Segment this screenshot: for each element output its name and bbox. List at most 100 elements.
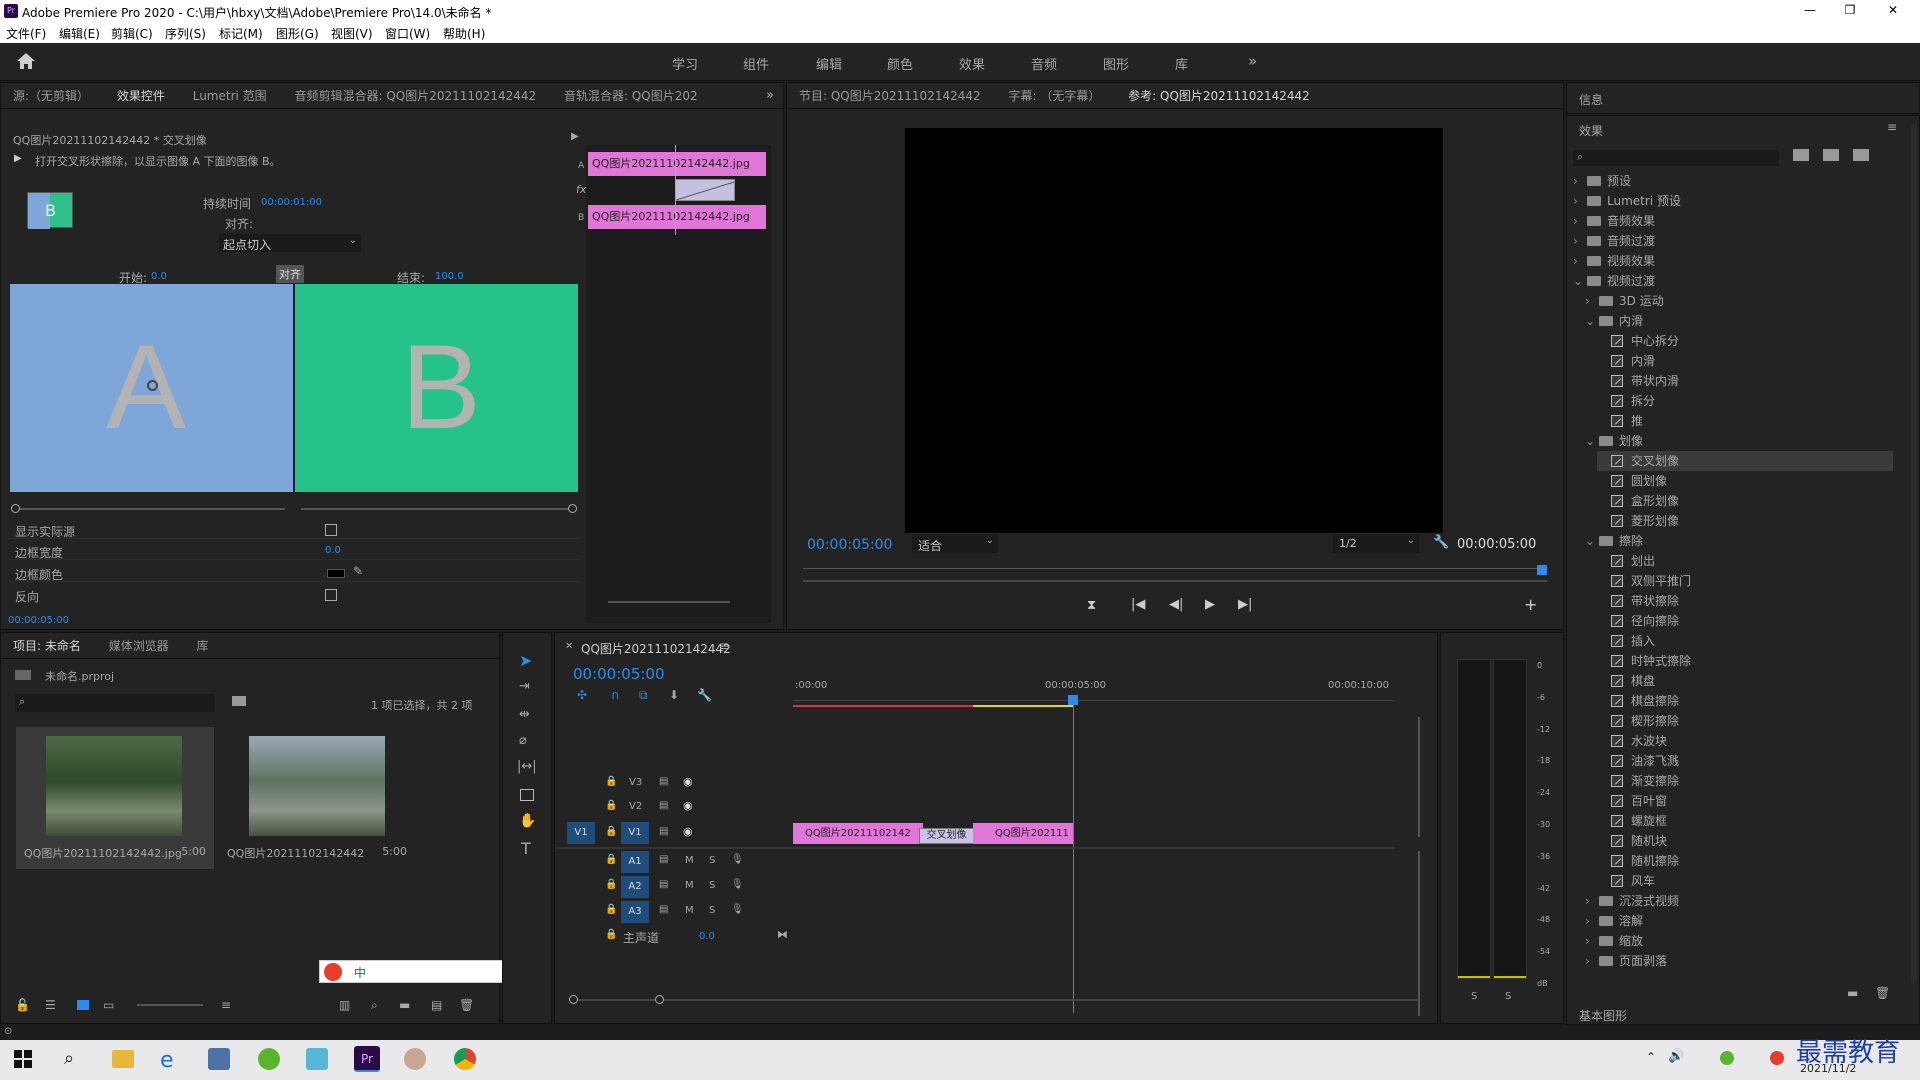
slip-tool-icon[interactable]: |↔|	[517, 759, 537, 774]
twirl-icon[interactable]: ›	[1573, 211, 1587, 231]
menu-clip[interactable]: 剪辑(C)	[111, 25, 153, 42]
project-item-1[interactable]: QQ图片20211102142442.jpg 5:00	[16, 727, 214, 869]
type-tool-icon[interactable]: T	[521, 839, 531, 858]
twirl-icon[interactable]: ⌄	[1585, 311, 1599, 331]
end-slider[interactable]	[301, 504, 577, 513]
twirl-icon[interactable]: ›	[1585, 951, 1599, 971]
sync-lock-icon[interactable]: ▤	[659, 800, 668, 811]
program-playhead[interactable]	[1537, 565, 1547, 575]
edge-browser-icon[interactable]: e	[160, 1048, 174, 1073]
twirl-icon[interactable]: ⌄	[1585, 431, 1599, 451]
master-value[interactable]: 0.0	[699, 931, 715, 942]
effect-item[interactable]: 百叶窗	[1597, 791, 1667, 811]
essential-graphics-tab[interactable]: 基本图形	[1579, 1007, 1627, 1024]
effect-item[interactable]: 随机擦除	[1597, 851, 1679, 871]
volume-icon[interactable]: 🔊	[1668, 1049, 1684, 1064]
play-transition-icon[interactable]: ▶	[14, 153, 22, 164]
effects-folder[interactable]: › 预设	[1573, 171, 1631, 191]
effects-panel-title[interactable]: 效果	[1579, 122, 1603, 139]
lock-icon[interactable]: 🔓	[15, 998, 30, 1012]
360-security-icon[interactable]	[258, 1048, 280, 1070]
nest-toggle-icon[interactable]: ✣	[577, 688, 587, 702]
effect-item[interactable]: 盒形划像	[1597, 491, 1679, 511]
photos-app-icon[interactable]	[306, 1048, 328, 1070]
razor-tool-icon[interactable]: ⌀	[519, 733, 527, 748]
close-button[interactable]: ✕	[1870, 0, 1916, 23]
effects-folder[interactable]: › Lumetri 预设	[1573, 191, 1681, 211]
resolution-dropdown[interactable]: 1/2 ⌄	[1333, 535, 1419, 553]
effect-item[interactable]: 双侧平推门	[1597, 571, 1691, 591]
tab-media-browser[interactable]: 媒体浏览器	[97, 633, 181, 658]
fit-dropdown[interactable]: 适合 ⌄	[912, 535, 998, 553]
add-marker-icon[interactable]: ⬇	[669, 688, 679, 702]
lock-icon[interactable]: 🔒	[605, 826, 617, 837]
effects-folder[interactable]: › 音频效果	[1573, 211, 1655, 231]
sort-icon[interactable]: ≡	[221, 998, 231, 1012]
panel-menu-icon[interactable]: ≡	[719, 639, 729, 653]
panel-menu-icon[interactable]: ≡	[1887, 120, 1897, 134]
timeline-vscroll-video[interactable]	[1418, 717, 1420, 837]
effects-folder[interactable]: › 缩放	[1585, 931, 1643, 951]
menu-edit[interactable]: 编辑(E)	[59, 25, 100, 42]
network-app-icon[interactable]	[208, 1048, 230, 1070]
duration-value[interactable]: 00:00:01:00	[261, 197, 322, 208]
track-a3-label[interactable]: A3	[621, 901, 649, 923]
timeline-clip-1[interactable]: QQ图片20211102142	[793, 823, 923, 844]
lock-icon[interactable]: 🔒	[605, 854, 617, 865]
lock-icon[interactable]: 🔒	[605, 776, 617, 787]
workspace-assembly[interactable]: 组件	[743, 54, 769, 73]
panel-overflow-icon[interactable]: »	[766, 88, 774, 103]
timeline-timecode[interactable]: 00:00:05:00	[573, 665, 665, 683]
menu-window[interactable]: 窗口(W)	[385, 25, 430, 42]
chrome-icon[interactable]	[454, 1048, 476, 1070]
solo-a2-button[interactable]: S	[709, 880, 715, 891]
effects-scrollbar[interactable]	[1911, 124, 1917, 984]
start-value[interactable]: 0.0	[151, 271, 167, 282]
effect-item[interactable]: 随机块	[1597, 831, 1667, 851]
twirl-icon[interactable]: ⌄	[1585, 531, 1599, 551]
track-v1-label[interactable]: V1	[621, 822, 649, 844]
ripple-edit-tool-icon[interactable]: ⇹	[519, 707, 530, 722]
tab-captions[interactable]: 字幕: （无字幕）	[996, 83, 1112, 108]
32bit-effects-icon[interactable]	[1823, 149, 1839, 161]
step-back-icon[interactable]: ◀|	[1169, 597, 1183, 612]
timeline-playhead-line[interactable]	[1073, 703, 1074, 1013]
effect-item[interactable]: 径向擦除	[1597, 611, 1679, 631]
tray-chevron-icon[interactable]: ⌃	[1646, 1050, 1656, 1064]
twirl-icon[interactable]: ›	[1573, 251, 1587, 271]
effect-item[interactable]: 交叉划像	[1597, 451, 1893, 471]
sync-lock-icon[interactable]: ▤	[659, 854, 668, 865]
track-select-tool-icon[interactable]: ⇥	[519, 679, 530, 694]
menu-graphics[interactable]: 图形(G)	[276, 25, 319, 42]
effect-item[interactable]: 插入	[1597, 631, 1655, 651]
sync-lock-icon[interactable]: ▤	[659, 826, 668, 837]
windows-start-icon[interactable]	[14, 1050, 32, 1068]
snap-icon[interactable]: ∩	[611, 688, 620, 702]
accelerated-effects-icon[interactable]	[1793, 149, 1809, 161]
workspace-effects[interactable]: 效果	[959, 54, 985, 73]
reverse-checkbox[interactable]	[325, 589, 337, 601]
twirl-icon[interactable]: ›	[1573, 231, 1587, 251]
microphone-icon[interactable]: 🎙	[731, 879, 744, 890]
workspace-audio[interactable]: 音频	[1031, 54, 1057, 73]
workspace-color[interactable]: 颜色	[887, 54, 913, 73]
timeline-vscroll-audio[interactable]	[1418, 851, 1420, 1016]
more-workspaces-icon[interactable]: »	[1248, 52, 1257, 70]
list-view-icon[interactable]: ☰	[45, 998, 56, 1012]
info-panel-title[interactable]: 信息	[1579, 91, 1603, 108]
twirl-icon[interactable]: ›	[1573, 191, 1587, 211]
effects-folder[interactable]: › 视频效果	[1573, 251, 1655, 271]
workspace-libraries[interactable]: 库	[1175, 54, 1188, 73]
yuv-effects-icon[interactable]	[1853, 149, 1869, 161]
find-icon[interactable]	[232, 696, 246, 706]
twirl-icon[interactable]: ›	[1585, 911, 1599, 931]
start-slider[interactable]	[11, 504, 285, 513]
source-patch-v1[interactable]: V1	[567, 822, 595, 844]
mute-a3-button[interactable]: M	[685, 905, 694, 916]
ime-toolbar[interactable]: 中	[319, 960, 525, 983]
track-a2-label[interactable]: A2	[621, 876, 649, 898]
go-to-out-icon[interactable]: ▶|	[1238, 597, 1252, 612]
solo-left-button[interactable]: S	[1471, 991, 1477, 1002]
effect-item[interactable]: 时钟式擦除	[1597, 651, 1691, 671]
microphone-icon[interactable]: 🎙	[731, 904, 744, 915]
